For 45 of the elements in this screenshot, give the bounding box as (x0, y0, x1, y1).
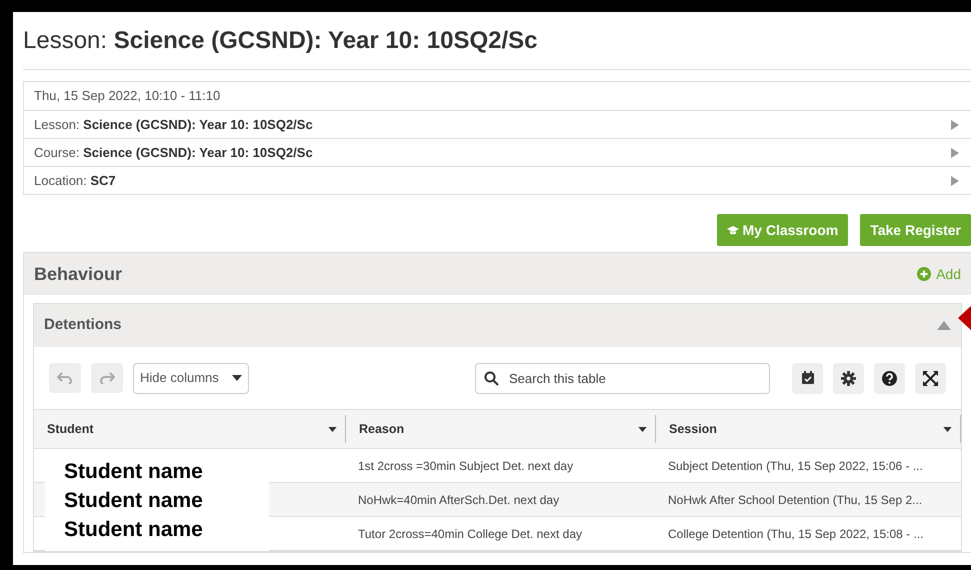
hide-columns-dropdown[interactable]: Hide columns (133, 362, 249, 394)
plus-icon (917, 267, 932, 281)
settings-icon (841, 370, 856, 386)
column-header[interactable]: Reason (346, 415, 656, 443)
caret-down-icon (943, 426, 952, 432)
search-input[interactable]: Search this table (509, 366, 754, 390)
table-cell-text: Tutor 2cross=40min College Det. next day (358, 526, 582, 542)
table-cell-text: 1st 2cross =30min Subject Det. next day (358, 458, 574, 474)
help-icon (882, 370, 897, 386)
student-name-label: Student name (64, 517, 204, 543)
pointer-icon (958, 305, 971, 331)
expand-arrow-icon[interactable] (951, 176, 959, 186)
search-box[interactable]: Search this table (475, 362, 770, 394)
column-header[interactable]: Session (656, 415, 961, 443)
panel-title: Detentions (44, 315, 122, 336)
expand-arrow-icon[interactable] (951, 120, 959, 130)
page-title: Lesson: Science (GCSND): Year 10: 10SQ2/Sc (23, 26, 538, 56)
calendar-check-icon (800, 371, 814, 385)
column-header[interactable]: Student (34, 415, 346, 443)
expand-icon (923, 370, 938, 386)
undo-icon (57, 372, 73, 384)
caret-down-icon (232, 375, 242, 381)
student-name-label: Student name (64, 488, 204, 514)
detail-text: Lesson: Science (GCSND): Year 10: 10SQ2/Sc (34, 116, 313, 134)
calendar-button[interactable] (792, 362, 823, 394)
table-cell-text: Subject Detention (Thu, 15 Sep 2022, 15:06 - ... (668, 458, 923, 474)
redo-button[interactable] (91, 363, 123, 393)
table-cell-text: College Detention (Thu, 15 Sep 2022, 15:08 - ... (668, 526, 924, 542)
expand-arrow-icon[interactable] (951, 148, 959, 158)
caret-down-icon (328, 426, 337, 432)
search-icon (484, 370, 499, 386)
table-cell-text: NoHwk After School Detention (Thu, 15 Sep 2... (668, 492, 922, 508)
collapse-caret-icon[interactable] (937, 321, 951, 330)
fullscreen-button[interactable] (915, 362, 946, 394)
student-name-label: Student name (64, 459, 204, 485)
detail-text: Course: Science (GCSND): Year 10: 10SQ2/Sc (34, 144, 313, 162)
settings-button[interactable] (833, 362, 864, 394)
detail-text: Location: SC7 (34, 172, 116, 190)
caret-down-icon (638, 426, 647, 432)
help-button[interactable] (874, 362, 905, 394)
undo-button[interactable] (49, 363, 81, 393)
table-cell-text: NoHwk=40min AfterSch.Det. next day (358, 492, 560, 508)
redo-icon (99, 372, 115, 384)
panel-title: Behaviour (34, 262, 122, 286)
detail-text: Thu, 15 Sep 2022, 10:10 - 11:10 (34, 87, 220, 106)
